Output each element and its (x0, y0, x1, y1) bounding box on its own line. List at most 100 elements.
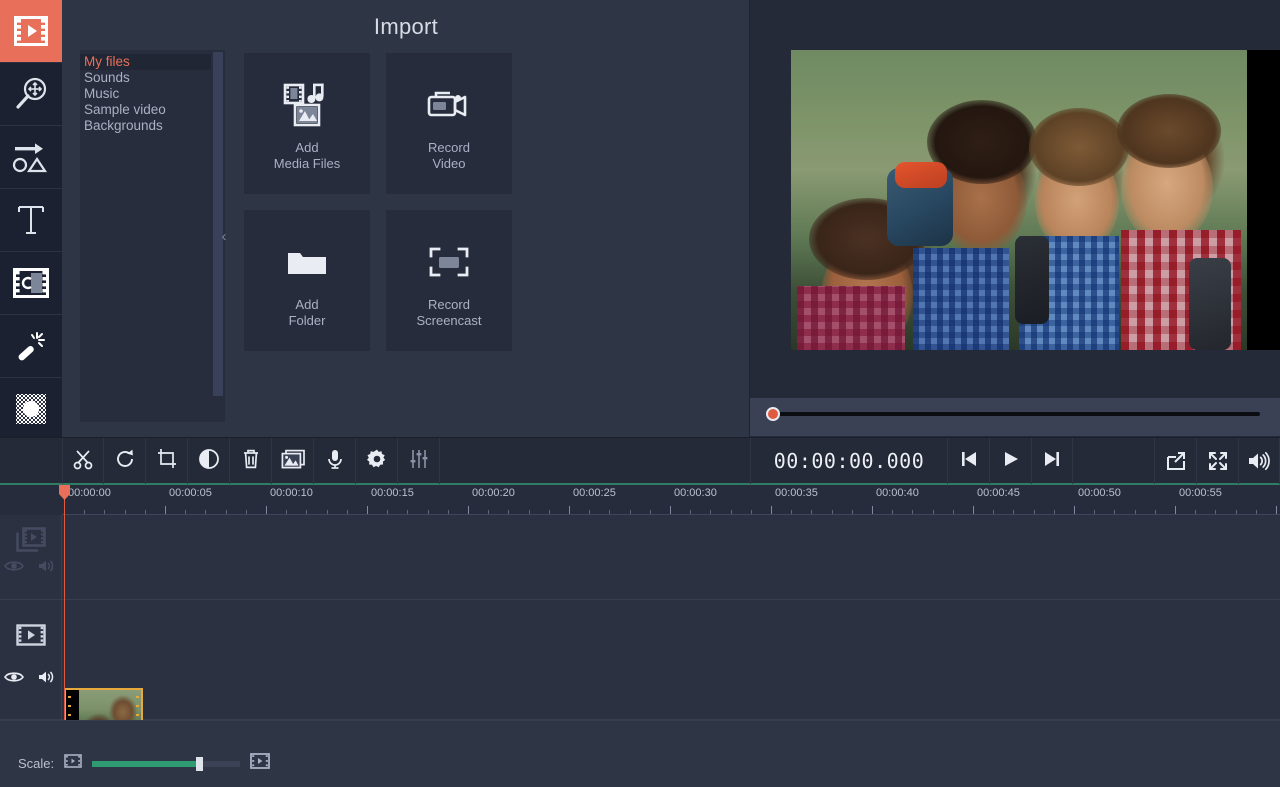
speaker-icon (39, 671, 54, 683)
arrow-shapes-icon (11, 141, 51, 173)
export-frame-icon (1166, 452, 1185, 470)
tile-label: Add Media Files (273, 139, 341, 171)
import-action-tiles: Add Media Files Record Video Add Folder … (244, 53, 512, 351)
video-editor-window: Import My files Sounds Music Sample vide… (0, 0, 1280, 787)
overlay-track[interactable] (0, 515, 1280, 600)
gear-icon (366, 448, 388, 475)
record-video-button[interactable]: Record Video (386, 53, 512, 194)
ruler-tick-label: 00:00:35 (775, 487, 818, 499)
trash-icon (240, 448, 262, 475)
main-video-track[interactable] (0, 600, 1280, 750)
editing-toolbar: 00:00:00.000 (0, 437, 1280, 485)
film-large-icon[interactable] (250, 753, 271, 774)
equalizer-button[interactable] (398, 438, 440, 484)
delete-button[interactable] (230, 438, 272, 484)
seekbar-playhead[interactable] (766, 407, 780, 421)
film-small-icon[interactable] (64, 754, 82, 773)
record-audio-button[interactable] (314, 438, 356, 484)
category-item-music[interactable]: Music (80, 86, 211, 102)
ruler-tick-label: 00:00:00 (68, 487, 111, 499)
crop-icon (156, 448, 178, 475)
tile-label: Record Video (428, 139, 470, 171)
eye-icon (4, 561, 24, 571)
ruler-tick-label: 00:00:15 (371, 487, 414, 499)
main-track-mute-toggle[interactable] (38, 669, 58, 690)
scale-label: Scale: (18, 756, 55, 771)
seekbar-track[interactable] (772, 412, 1260, 416)
previous-frame-button[interactable] (947, 438, 989, 484)
add-folder-button[interactable]: Add Folder (244, 210, 370, 351)
slideshow-button[interactable] (272, 438, 314, 484)
color-adjustments-button[interactable] (188, 438, 230, 484)
sidebar-item-chroma-key[interactable] (0, 378, 62, 441)
text-t-icon (16, 204, 46, 236)
page-title: Import (373, 14, 439, 39)
panel-collapse-button[interactable]: ‹ (213, 50, 235, 422)
play-icon (1001, 450, 1021, 473)
timeline-scale-control: Scale: (18, 753, 271, 774)
contrast-circle-icon (198, 448, 220, 475)
ruler-head-spacer (0, 485, 62, 515)
overlay-track-mute-toggle[interactable] (38, 558, 58, 579)
scale-slider[interactable] (92, 756, 241, 771)
screencast-icon (429, 233, 469, 291)
clip-properties-button[interactable] (356, 438, 398, 484)
timecode-display[interactable]: 00:00:00.000 (751, 449, 947, 473)
add-media-files-button[interactable]: Add Media Files (244, 53, 370, 194)
overlay-track-body[interactable] (62, 515, 1280, 599)
clip-tools (62, 438, 440, 484)
player-right-controls (1154, 438, 1280, 484)
ruler-tick-label: 00:00:50 (1078, 487, 1121, 499)
crop-button[interactable] (146, 438, 188, 484)
expand-arrows-icon (1208, 452, 1227, 470)
category-item-backgrounds[interactable]: Backgrounds (80, 118, 211, 134)
tile-label: Record Screencast (416, 296, 482, 328)
film-play-icon (14, 16, 48, 46)
overlay-track-visibility-toggle[interactable] (4, 559, 24, 578)
category-item-my-files[interactable]: My files (80, 54, 211, 70)
snapshot-button[interactable] (1154, 438, 1196, 484)
ruler-tick-label: 00:00:55 (1179, 487, 1222, 499)
play-button[interactable] (989, 438, 1031, 484)
rotate-cw-icon (114, 448, 136, 475)
preview-frame-image (791, 50, 1247, 350)
sidebar-item-zoom-pan[interactable] (0, 63, 62, 126)
sidebar-item-import[interactable] (0, 0, 62, 63)
overlay-film-icon (15, 527, 46, 558)
split-button[interactable] (62, 438, 104, 484)
timeline-playhead[interactable] (59, 485, 70, 720)
fullscreen-button[interactable] (1196, 438, 1238, 484)
timeline-ruler[interactable]: 00:00:00 00:00:05 00:00:10 00:00:15 00:00:20… (0, 485, 1280, 515)
video-preview-surface[interactable] (791, 50, 1280, 350)
folder-icon (285, 233, 329, 291)
overlay-track-header (0, 515, 62, 599)
category-item-sounds[interactable]: Sounds (80, 70, 211, 86)
ruler-tick-label: 00:00:45 (977, 487, 1020, 499)
import-panel: Import My files Sounds Music Sample vide… (62, 0, 750, 437)
sidebar-item-stickers[interactable] (0, 252, 62, 315)
microphone-icon (324, 448, 346, 475)
tile-label: Add Folder (288, 296, 326, 328)
magnifier-move-icon (13, 77, 49, 111)
status-bar: Scale: (0, 720, 1280, 787)
next-frame-button[interactable] (1031, 438, 1073, 484)
main-track-body[interactable] (62, 600, 1280, 750)
sidebar-item-filters[interactable] (0, 315, 62, 378)
film-play-icon (15, 624, 46, 651)
sidebar-item-transitions[interactable] (0, 126, 62, 189)
category-list: My files Sounds Music Sample video Backg… (80, 50, 211, 422)
sidebar-item-titles[interactable] (0, 189, 62, 252)
rotate-button[interactable] (104, 438, 146, 484)
speaker-wave-icon (1249, 451, 1270, 471)
category-item-sample-video[interactable]: Sample video (80, 102, 211, 118)
scale-slider-thumb[interactable] (195, 756, 203, 771)
left-toolbar-rail (0, 0, 62, 448)
preview-seekbar[interactable] (750, 398, 1280, 436)
preview-panel (750, 0, 1280, 437)
player-controls: 00:00:00.000 (750, 438, 1280, 484)
volume-button[interactable] (1238, 438, 1280, 484)
main-track-visibility-toggle[interactable] (4, 670, 24, 689)
checkerboard-circle-icon (15, 393, 47, 425)
record-screencast-button[interactable]: Record Screencast (386, 210, 512, 351)
ruler-tick-label: 00:00:25 (573, 487, 616, 499)
